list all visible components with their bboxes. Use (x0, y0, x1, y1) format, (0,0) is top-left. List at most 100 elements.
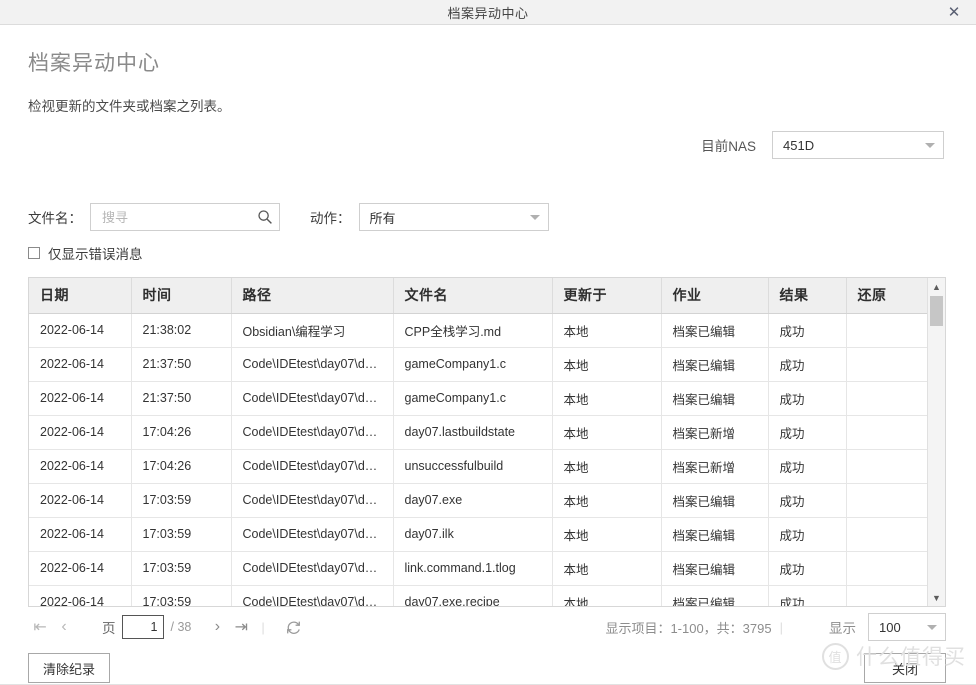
search-input-wrapper[interactable] (90, 203, 280, 231)
cell-result: 成功 (768, 517, 847, 552)
close-button[interactable]: 关闭 (864, 653, 946, 683)
cell-job: 档案已编辑 (661, 347, 769, 382)
error-only-row[interactable]: 仅显示错误消息 (28, 243, 948, 263)
cell-job: 档案已新增 (661, 415, 769, 450)
table-row[interactable]: 2022-06-14 17:03:59 Code\IDEtest\day07\d… (29, 483, 927, 518)
cell-file[interactable]: day07.exe.recipe (393, 585, 553, 606)
cell-restore (846, 415, 927, 450)
cell-path[interactable]: Code\IDEtest\day07\da... (231, 381, 394, 416)
cell-result: 成功 (768, 313, 847, 348)
cell-path[interactable]: Code\IDEtest\day07\da... (231, 551, 394, 586)
cell-time: 17:03:59 (131, 517, 232, 552)
cell-job: 档案已编辑 (661, 551, 769, 586)
table-row[interactable]: 2022-06-14 21:37:50 Code\IDEtest\day07\d… (29, 347, 927, 382)
cell-time: 21:37:50 (131, 381, 232, 416)
cell-path[interactable]: Code\IDEtest\day07\da... (231, 449, 394, 484)
scrollbar-thumb[interactable] (930, 296, 943, 326)
cell-file[interactable]: gameCompany1.c (393, 347, 553, 382)
cell-path[interactable]: Code\IDEtest\day07\da... (231, 585, 394, 606)
table-row[interactable]: 2022-06-14 17:04:26 Code\IDEtest\day07\d… (29, 449, 927, 484)
page-title: 档案异动中心 (28, 52, 160, 75)
page-total-label: / 38 (170, 620, 192, 634)
cell-path[interactable]: Code\IDEtest\day07\da... (231, 517, 394, 552)
error-only-label[interactable]: 仅显示错误消息 (48, 243, 143, 263)
table-row[interactable]: 2022-06-14 21:37:50 Code\IDEtest\day07\d… (29, 381, 927, 416)
column-header-updated[interactable]: 更新于 (552, 278, 662, 314)
column-header-job[interactable]: 作业 (661, 278, 769, 314)
last-page-icon[interactable]: ⇥ (229, 615, 253, 639)
error-only-checkbox[interactable] (28, 247, 40, 259)
search-icon[interactable] (257, 209, 273, 225)
cell-file[interactable]: link.command.1.tlog (393, 551, 553, 586)
cell-updated: 本地 (552, 585, 662, 606)
cell-restore (846, 585, 927, 606)
changes-table: 日期 时间 路径 文件名 更新于 作业 结果 还原 2022-06-14 21:… (28, 277, 946, 607)
column-header-restore[interactable]: 还原 (846, 278, 927, 314)
cell-file[interactable]: day07.exe (393, 483, 553, 518)
cell-updated: 本地 (552, 313, 662, 348)
pager-divider-2: | (779, 619, 783, 635)
page-size-label: 显示 (829, 621, 856, 636)
cell-job: 档案已编辑 (661, 517, 769, 552)
column-header-file[interactable]: 文件名 (393, 278, 553, 314)
action-select[interactable]: 所有 (358, 203, 549, 231)
nas-label: 目前NAS (701, 139, 756, 154)
page-size-select[interactable]: 100 (868, 613, 946, 641)
clear-records-button[interactable]: 清除纪录 (28, 653, 111, 683)
close-icon[interactable]: ✕ (932, 0, 976, 24)
pagination-bar: ⇤ ‹ 页 / 38 › ⇥ | 显示项目：1-100，共：3795 | 显示 … (28, 607, 946, 647)
cell-result: 成功 (768, 585, 847, 606)
cell-file[interactable]: unsuccessfulbuild (393, 449, 553, 484)
nas-select[interactable]: 451D (772, 131, 944, 159)
table-row[interactable]: 2022-06-14 17:03:59 Code\IDEtest\day07\d… (29, 551, 927, 586)
cell-file[interactable]: day07.lastbuildstate (393, 415, 553, 450)
cell-updated: 本地 (552, 347, 662, 382)
cell-job: 档案已新增 (661, 449, 769, 484)
scroll-down-icon[interactable]: ▼ (928, 589, 945, 606)
cell-file[interactable]: gameCompany1.c (393, 381, 553, 416)
cell-path[interactable]: Code\IDEtest\day07\da... (231, 347, 394, 382)
table-header-row: 日期 时间 路径 文件名 更新于 作业 结果 还原 (29, 278, 927, 314)
table-body: 2022-06-14 21:38:02 Obsidian\编程学习 CPP全栈学… (29, 313, 927, 606)
page-label: 页 (102, 621, 116, 636)
cell-result: 成功 (768, 415, 847, 450)
first-page-icon[interactable]: ⇤ (28, 615, 52, 639)
cell-date: 2022-06-14 (29, 449, 132, 484)
cell-date: 2022-06-14 (29, 313, 132, 348)
cell-restore (846, 551, 927, 586)
table-row[interactable]: 2022-06-14 17:04:26 Code\IDEtest\day07\d… (29, 415, 927, 450)
cell-time: 17:04:26 (131, 449, 232, 484)
cell-path[interactable]: Code\IDEtest\day07\da... (231, 415, 394, 450)
cell-result: 成功 (768, 347, 847, 382)
cell-path[interactable]: Obsidian\编程学习 (231, 313, 394, 348)
chevron-down-icon (927, 624, 937, 630)
column-header-result[interactable]: 结果 (768, 278, 847, 314)
search-input[interactable] (100, 208, 257, 226)
dialog-footer: 清除纪录 关闭 (28, 653, 946, 683)
prev-page-icon[interactable]: ‹ (52, 615, 76, 639)
cell-file[interactable]: CPP全栈学习.md (393, 313, 553, 348)
cell-updated: 本地 (552, 483, 662, 518)
cell-job: 档案已编辑 (661, 313, 769, 348)
table-row[interactable]: 2022-06-14 21:38:02 Obsidian\编程学习 CPP全栈学… (29, 313, 927, 348)
cell-updated: 本地 (552, 517, 662, 552)
filename-label: 文件名： (28, 211, 82, 226)
next-page-icon[interactable]: › (205, 615, 229, 639)
table-row[interactable]: 2022-06-14 17:03:59 Code\IDEtest\day07\d… (29, 517, 927, 552)
cell-time: 21:38:02 (131, 313, 232, 348)
cell-result: 成功 (768, 381, 847, 416)
scroll-up-icon[interactable]: ▲ (928, 278, 945, 295)
column-header-date[interactable]: 日期 (29, 278, 132, 314)
column-header-time[interactable]: 时间 (131, 278, 232, 314)
cell-job: 档案已编辑 (661, 585, 769, 606)
cell-path[interactable]: Code\IDEtest\day07\da... (231, 483, 394, 518)
page-number-input[interactable] (121, 615, 164, 639)
cell-file[interactable]: day07.ilk (393, 517, 553, 552)
table-row[interactable]: 2022-06-14 17:03:59 Code\IDEtest\day07\d… (29, 585, 927, 606)
chevron-down-icon (925, 142, 935, 148)
table-vertical-scrollbar[interactable]: ▲ ▼ (927, 278, 945, 606)
cell-updated: 本地 (552, 381, 662, 416)
refresh-icon[interactable] (285, 619, 302, 636)
nas-selector-row: 目前NAS 451D (28, 131, 948, 159)
column-header-path[interactable]: 路径 (231, 278, 394, 314)
